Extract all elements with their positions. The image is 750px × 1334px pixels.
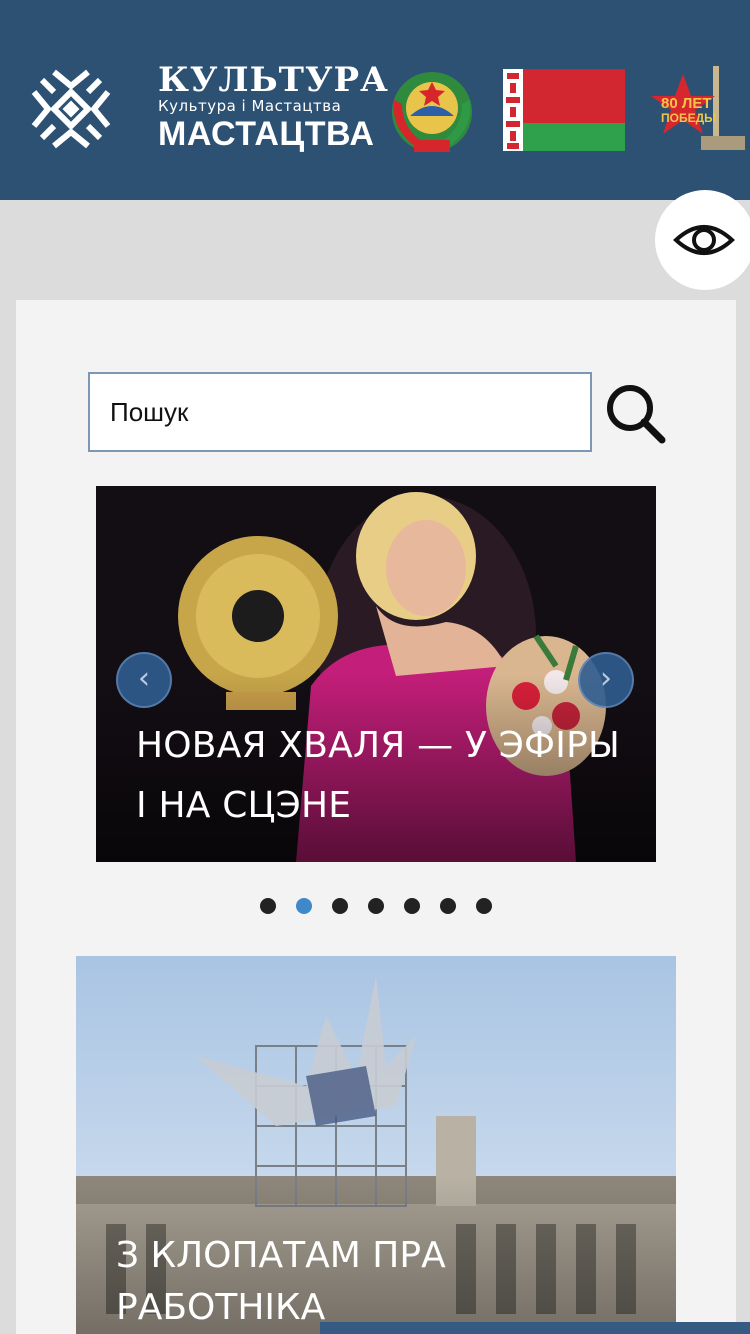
brand-top-text: КУЛЬТУРА bbox=[158, 60, 389, 100]
slider-dot[interactable] bbox=[368, 898, 384, 914]
brand-bottom-text: МАСТАЦТВА bbox=[158, 115, 375, 153]
brand-subtitle: Культура і Мастацтва bbox=[158, 97, 342, 115]
slider-dot[interactable] bbox=[440, 898, 456, 914]
news-card-title[interactable]: З КЛОПАТАМ ПРА РАБОТНІКА bbox=[116, 1230, 636, 1334]
slider-dot[interactable] bbox=[296, 898, 312, 914]
site-header: КУЛЬТУРА Культура і Мастацтва МАСТАЦТВА … bbox=[0, 0, 750, 200]
search-icon[interactable] bbox=[604, 382, 668, 446]
news-card[interactable]: З КЛОПАТАМ ПРА РАБОТНІКА bbox=[76, 956, 676, 1334]
slider-next-button[interactable]: › bbox=[578, 652, 634, 708]
slider-dot[interactable] bbox=[404, 898, 420, 914]
slider-dot[interactable] bbox=[332, 898, 348, 914]
accessibility-button[interactable] bbox=[655, 190, 750, 290]
slider-dot[interactable] bbox=[260, 898, 276, 914]
slider-dot[interactable] bbox=[476, 898, 492, 914]
main-content: ‹ › НОВАЯ ХВАЛЯ — У ЭФІРЫ І НА СЦЭНЕ bbox=[16, 300, 736, 1334]
belarus-flag-icon[interactable] bbox=[503, 69, 625, 151]
belarus-emblem-icon[interactable] bbox=[380, 60, 484, 160]
svg-text:80 ЛЕТ: 80 ЛЕТ bbox=[661, 95, 712, 112]
search-input[interactable] bbox=[88, 372, 592, 452]
site-logo-icon[interactable] bbox=[24, 62, 118, 156]
site-brand[interactable]: КУЛЬТУРА Культура і Мастацтва МАСТАЦТВА bbox=[158, 60, 389, 153]
slide-title[interactable]: НОВАЯ ХВАЛЯ — У ЭФІРЫ І НА СЦЭНЕ bbox=[136, 716, 636, 836]
eye-icon bbox=[673, 225, 735, 255]
news-slider[interactable]: ‹ › НОВАЯ ХВАЛЯ — У ЭФІРЫ І НА СЦЭНЕ bbox=[96, 486, 656, 862]
bottom-bar bbox=[320, 1322, 750, 1334]
chevron-left-icon: ‹ bbox=[138, 661, 150, 696]
slider-prev-button[interactable]: ‹ bbox=[116, 652, 172, 708]
chevron-right-icon: › bbox=[600, 661, 612, 696]
svg-text:ПОБЕДЫ: ПОБЕДЫ bbox=[661, 111, 716, 125]
victory-80-icon[interactable]: 80 ЛЕТ ПОБЕДЫ bbox=[645, 62, 747, 156]
